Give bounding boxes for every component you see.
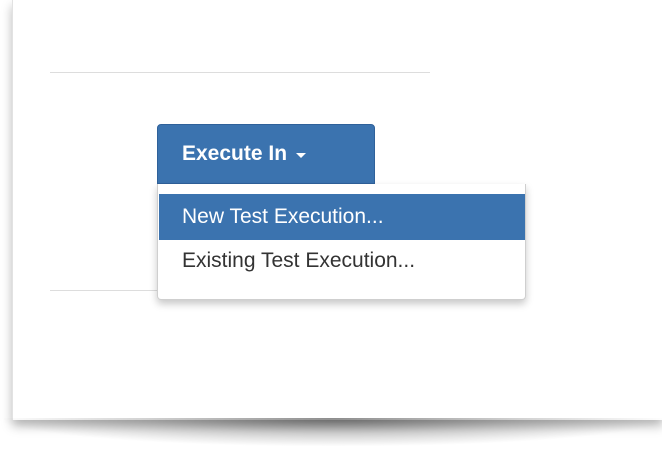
caret-down-icon [296,152,307,158]
menu-item-existing-test-execution[interactable]: Existing Test Execution... [159,238,525,284]
execute-in-label: Execute In [182,142,288,165]
top-divider [50,72,430,73]
execute-in-button[interactable]: Execute In [157,124,375,184]
screenshot-stage: Execute In New Test Execution... Existin… [0,0,662,454]
menu-item-label: New Test Execution... [182,205,384,228]
menu-item-new-test-execution[interactable]: New Test Execution... [159,194,525,240]
panel-shadow [4,418,662,446]
bottom-divider [50,290,170,291]
menu-item-label: Existing Test Execution... [182,249,416,272]
execute-in-dropdown-menu: New Test Execution... Existing Test Exec… [157,184,526,300]
